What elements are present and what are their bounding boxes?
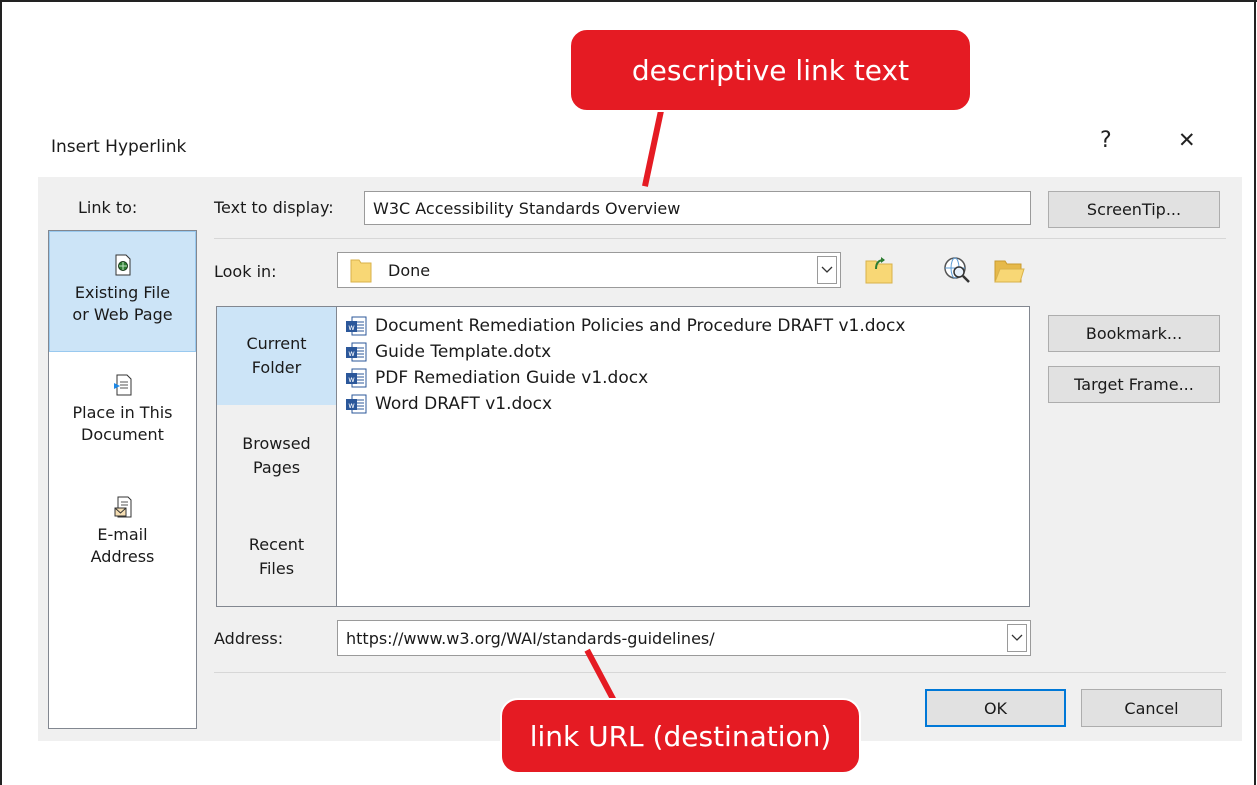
- open-folder-icon: [994, 260, 1025, 283]
- file-list-item[interactable]: w PDF Remediation Guide v1.docx: [345, 365, 648, 391]
- address-label: Address:: [214, 629, 284, 648]
- word-template-icon: w: [346, 342, 367, 362]
- text-to-display-input[interactable]: W3C Accessibility Standards Overview: [364, 191, 1031, 225]
- file-name: Word DRAFT v1.docx: [375, 394, 553, 414]
- link-to-email-address-line1: E-mail: [97, 525, 148, 544]
- nav-recent-files-line1: Recent: [248, 535, 305, 554]
- ok-button[interactable]: OK: [925, 689, 1066, 727]
- file-name: PDF Remediation Guide v1.docx: [375, 368, 649, 388]
- link-to-existing-file-line1: Existing File: [74, 283, 171, 302]
- look-in-value: Done: [388, 260, 431, 280]
- address-input[interactable]: https://www.w3.org/WAI/standards-guideli…: [337, 620, 1031, 656]
- place-in-document-icon: [113, 374, 131, 396]
- file-list[interactable]: w Document Remediation Policies and Proc…: [337, 306, 1030, 607]
- existing-file-icon: [115, 254, 130, 276]
- file-name: Guide Template.dotx: [375, 342, 552, 362]
- nav-current-folder[interactable]: Current Folder: [217, 307, 336, 405]
- browse-web-icon: [944, 257, 970, 283]
- callout-link-url: link URL (destination): [500, 698, 861, 774]
- svg-text:w: w: [348, 375, 355, 384]
- target-frame-button[interactable]: Target Frame...: [1048, 366, 1220, 403]
- up-one-folder-button[interactable]: [861, 252, 897, 288]
- link-to-existing-file-line2: or Web Page: [72, 305, 173, 324]
- nav-current-folder-line2: Folder: [251, 358, 302, 377]
- browse-file-button[interactable]: [989, 252, 1029, 288]
- link-to-label: Link to:: [78, 198, 138, 217]
- address-value: https://www.w3.org/WAI/standards-guideli…: [346, 628, 715, 648]
- look-in-dropdown-arrow[interactable]: [817, 256, 837, 284]
- link-to-place-in-document[interactable]: Place in This Document: [49, 374, 196, 464]
- chevron-down-icon: [821, 266, 833, 273]
- window-title: Insert Hyperlink: [51, 137, 187, 157]
- word-document-icon: w: [346, 316, 367, 336]
- text-to-display-label: Text to display:: [214, 198, 334, 217]
- email-address-icon: [114, 496, 131, 518]
- screentip-button[interactable]: ScreenTip...: [1048, 191, 1220, 228]
- frame-right-border: [1254, 0, 1256, 785]
- nav-browsed-pages-line1: Browsed: [242, 434, 311, 453]
- close-button[interactable]: ✕: [1178, 128, 1196, 152]
- link-to-email-address-line2: Address: [90, 547, 155, 566]
- up-folder-icon: [865, 257, 893, 284]
- address-dropdown-arrow[interactable]: [1007, 624, 1027, 652]
- browse-web-button[interactable]: [939, 252, 975, 288]
- link-to-place-in-document-line2: Document: [81, 425, 164, 444]
- browse-nav-panel: Current Folder Browsed Pages Recent File…: [216, 306, 337, 607]
- help-button[interactable]: ?: [1100, 128, 1112, 153]
- word-document-icon: w: [346, 368, 367, 388]
- chevron-down-icon: [1011, 634, 1023, 641]
- look-in-label: Look in:: [214, 262, 277, 281]
- frame-left-border: [0, 0, 2, 785]
- nav-browsed-pages-line2: Pages: [252, 458, 301, 477]
- file-name: Document Remediation Policies and Proced…: [375, 316, 906, 336]
- nav-recent-files-line2: Files: [258, 559, 295, 578]
- svg-text:w: w: [348, 323, 355, 332]
- svg-text:w: w: [348, 401, 355, 410]
- file-list-item[interactable]: w Document Remediation Policies and Proc…: [345, 313, 905, 339]
- file-list-item[interactable]: w Guide Template.dotx: [345, 339, 551, 365]
- nav-browsed-pages[interactable]: Browsed Pages: [217, 432, 336, 484]
- separator-bottom: [214, 672, 1226, 673]
- link-to-existing-file[interactable]: Existing File or Web Page: [49, 231, 196, 352]
- file-list-item[interactable]: w Word DRAFT v1.docx: [345, 391, 552, 417]
- link-to-panel: Existing File or Web Page Place in This …: [48, 230, 197, 729]
- callout-top-pointer: [642, 105, 665, 187]
- word-document-icon: w: [346, 394, 367, 414]
- separator-top: [214, 238, 1226, 239]
- bookmark-button[interactable]: Bookmark...: [1048, 315, 1220, 352]
- callout-descriptive-link-text: descriptive link text: [569, 28, 972, 112]
- cancel-button[interactable]: Cancel: [1081, 689, 1222, 727]
- nav-recent-files[interactable]: Recent Files: [217, 533, 336, 585]
- folder-icon: [350, 259, 372, 283]
- link-to-email-address[interactable]: E-mail Address: [49, 496, 196, 586]
- frame-top-border: [0, 0, 1257, 2]
- svg-text:w: w: [348, 349, 355, 358]
- look-in-dropdown[interactable]: Done: [337, 252, 841, 288]
- link-to-place-in-document-line1: Place in This: [72, 403, 173, 422]
- nav-current-folder-line1: Current: [246, 334, 307, 353]
